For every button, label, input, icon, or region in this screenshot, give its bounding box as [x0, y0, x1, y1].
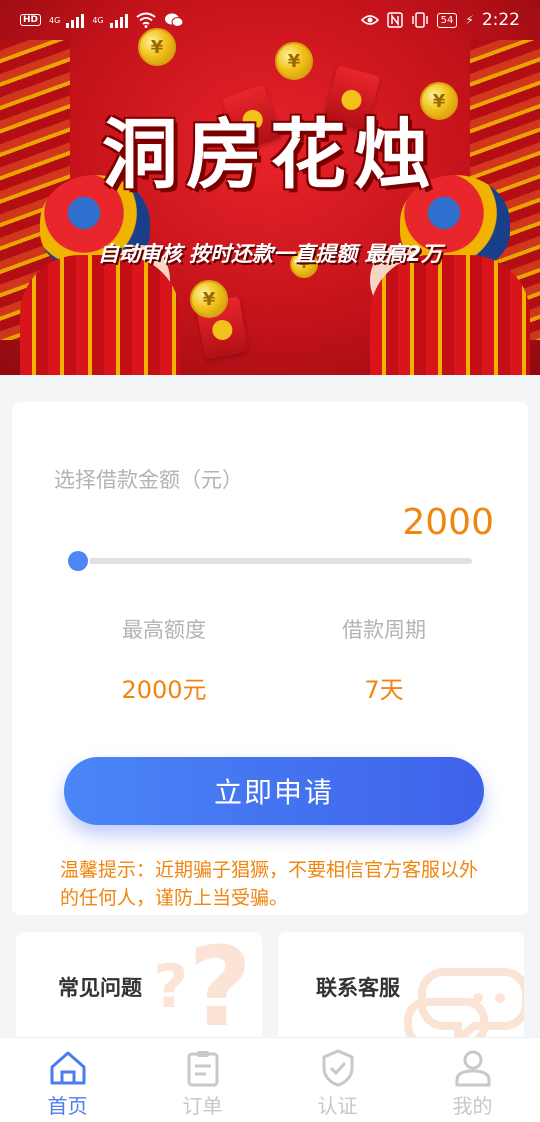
- groom-illustration: [370, 175, 530, 375]
- promo-banner[interactable]: ¥ ¥ ¥ ¥ ¥ ¥ 洞房花烛 自动审核 按时还款一直提额 最高2万: [0, 0, 540, 375]
- signal-icon: [66, 12, 85, 28]
- faq-tile[interactable]: ?? 常见问题: [16, 932, 262, 1044]
- gold-coin-icon: ¥: [275, 42, 313, 80]
- home-icon: [48, 1048, 88, 1088]
- network-type-label: 4G: [49, 15, 61, 25]
- clipboard-icon: [183, 1048, 223, 1088]
- loan-card: 选择借款金额（元） 2000 最高额度 2000元 借款周期 7天 立即申请 温…: [12, 402, 528, 915]
- nfc-icon: [386, 12, 403, 28]
- amount-label: 选择借款金额（元）: [54, 468, 243, 492]
- eye-icon: [360, 15, 379, 25]
- faq-label: 常见问题: [58, 976, 142, 1000]
- apply-now-button[interactable]: 立即申请: [64, 757, 484, 825]
- charging-icon: ⚡: [465, 13, 474, 27]
- nav-label-home: 首页: [47, 1094, 88, 1118]
- gold-coin-icon: ¥: [190, 280, 228, 318]
- hd-badge: HD: [20, 14, 42, 26]
- nav-item-verify[interactable]: 认证: [288, 1038, 388, 1119]
- banner-title: 洞房花烛: [102, 110, 438, 199]
- loan-period-label: 借款周期: [342, 618, 426, 642]
- max-limit-label: 最高额度: [122, 618, 206, 642]
- max-limit-value: 2000元: [121, 676, 207, 704]
- shield-check-icon: [318, 1048, 358, 1088]
- battery-icon: 54: [436, 12, 458, 28]
- nav-label-profile: 我的: [452, 1094, 493, 1118]
- status-left: HD 4G 4G: [20, 12, 184, 28]
- user-icon: [453, 1048, 493, 1088]
- bride-illustration: [20, 175, 180, 375]
- signal-icon: [109, 12, 128, 28]
- app-screen: ¥ ¥ ¥ ¥ ¥ ¥ 洞房花烛 自动审核 按时还款一直提额 最高2万 HD 4…: [0, 0, 540, 1122]
- nav-label-verify: 认证: [317, 1094, 358, 1118]
- nav-item-orders[interactable]: 订单: [153, 1038, 253, 1119]
- loan-period-stat: 借款周期 7天: [284, 614, 484, 705]
- amount-slider-track[interactable]: [74, 558, 472, 564]
- chat-bubble-icon: [404, 968, 524, 1044]
- bottom-nav: 首页 订单 认证 我的: [0, 1037, 540, 1122]
- status-bar: HD 4G 4G 54 ⚡ 2:22: [0, 0, 540, 40]
- wifi-icon: [135, 12, 156, 28]
- vibrate-icon: [411, 12, 428, 28]
- nav-label-orders: 订单: [182, 1094, 223, 1118]
- warning-notice: 温馨提示：近期骗子猖獗，不要相信官方客服以外的任何人，谨防上当受骗。: [60, 859, 479, 909]
- status-right: 54 ⚡ 2:22: [360, 10, 520, 30]
- max-limit-stat: 最高额度 2000元: [64, 614, 264, 705]
- nav-item-home[interactable]: 首页: [18, 1038, 118, 1119]
- nav-item-profile[interactable]: 我的: [423, 1038, 523, 1119]
- wechat-icon: [164, 13, 184, 27]
- question-mark-icon: ??: [153, 932, 252, 1044]
- loan-period-value: 7天: [364, 676, 404, 704]
- clock: 2:22: [481, 10, 520, 30]
- banner-subtitle: 自动审核 按时还款一直提额 最高2万: [97, 242, 443, 266]
- amount-value: 2000: [402, 502, 494, 543]
- contact-support-tile[interactable]: 联系客服: [278, 932, 524, 1044]
- amount-slider-handle[interactable]: [68, 551, 88, 571]
- network-type-label: 4G: [92, 15, 104, 25]
- contact-support-label: 联系客服: [316, 976, 400, 1000]
